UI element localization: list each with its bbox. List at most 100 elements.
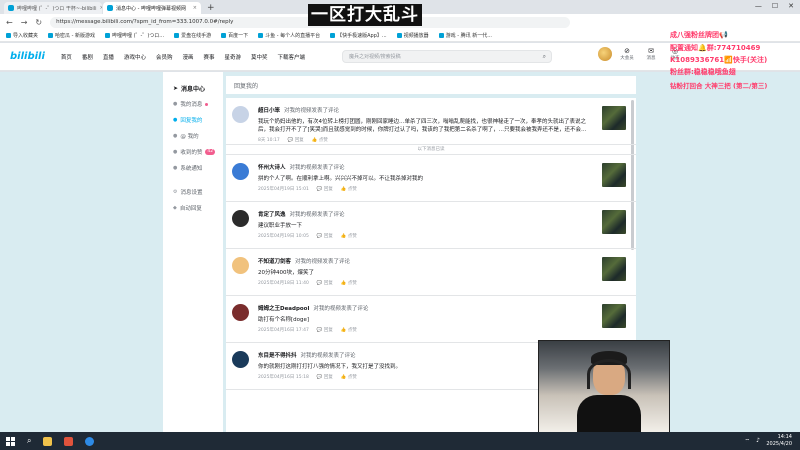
- bookmark-item[interactable]: 导入收藏夹: [6, 32, 38, 39]
- bullet-icon: ●: [173, 165, 178, 171]
- nav-item[interactable]: 星奇游: [225, 53, 242, 61]
- close-icon[interactable]: ×: [100, 5, 102, 11]
- avatar[interactable]: [232, 163, 249, 180]
- avatar[interactable]: [232, 210, 249, 227]
- video-thumbnail[interactable]: [602, 210, 626, 234]
- nav-item[interactable]: 赛事: [203, 53, 214, 61]
- maximize-icon[interactable]: ☐: [772, 2, 778, 10]
- bookmark-item[interactable]: 斗鱼 - 每个人的直播平台: [258, 32, 320, 39]
- username[interactable]: 超日小笨: [258, 108, 280, 114]
- reload-icon[interactable]: ↻: [35, 18, 42, 27]
- nav-item[interactable]: 会员购: [156, 53, 173, 61]
- message-text: 拼的个人了啊。在顺利拿上啊。兴兴兴不掉可以。不让我杀掉对我的: [258, 176, 424, 182]
- timestamp: 8天 10:17: [258, 138, 280, 143]
- message-icon: ✉: [648, 47, 654, 55]
- video-thumbnail[interactable]: [602, 106, 626, 130]
- sidebar-item-settings[interactable]: ⚙ 消息设置: [163, 184, 223, 200]
- bookmark-item[interactable]: 百度一下: [221, 32, 248, 39]
- avatar[interactable]: [232, 257, 249, 274]
- sidebar-item-likes[interactable]: ● 收到的赞 42: [163, 144, 223, 160]
- back-icon[interactable]: ←: [6, 18, 13, 27]
- like-button[interactable]: 👍 点赞: [341, 233, 357, 239]
- reply-button[interactable]: 💬 回复: [317, 233, 333, 239]
- reply-button[interactable]: 💬 回复: [317, 280, 333, 286]
- bookmark-item[interactable]: 游戏 - 腾讯 新一代...: [438, 32, 492, 39]
- reply-button[interactable]: 💬 回复: [317, 327, 333, 333]
- tab-label: 消息中心 - 哔哩哔哩弹幕视频网: [116, 5, 186, 12]
- read-divider: 以下消息已读: [226, 145, 636, 155]
- vip-button[interactable]: ⊘ 大会员: [618, 47, 636, 61]
- list-item[interactable]: 姆姆之王Deadpool 对我的视频发表了评论 助打有个名称[doge] 2025…: [226, 296, 636, 343]
- sidebar-item-system[interactable]: ● 系统通知: [163, 160, 223, 176]
- username[interactable]: 肯定了风逸: [258, 212, 286, 218]
- overlay-line: 钻粉打回合 大神三把 (第二/第三): [670, 82, 768, 90]
- like-button[interactable]: 👍 点赞: [341, 374, 357, 380]
- forward-icon[interactable]: →: [21, 18, 28, 27]
- browser-tab-message-center[interactable]: 消息中心 - 哔哩哔哩弹幕视频网 ×: [103, 2, 201, 14]
- list-item[interactable]: 超日小笨 对我的视频发表了评论 我玩个奶妈出他的，有次4位转上榜打团圆，刚刚回家睡…: [226, 98, 636, 145]
- minimize-icon[interactable]: —: [755, 2, 762, 10]
- message-meta: 8天 10:17 💬 回复 👍 点赞: [258, 137, 636, 143]
- bookmark-item[interactable]: 哔哩哔哩 (゜-゜)つロ...: [105, 32, 164, 39]
- app-icon[interactable]: [64, 436, 74, 446]
- avatar[interactable]: [232, 351, 249, 368]
- username[interactable]: 姆姆之王Deadpool: [258, 306, 309, 312]
- bookmark-icon: [258, 33, 264, 38]
- nav-item[interactable]: 直播: [103, 53, 114, 61]
- bilibili-logo[interactable]: bilibili: [10, 51, 45, 62]
- list-item[interactable]: 不知道刀剑客 对我的视频发表了评论 20分钟400块，爆笑了 2025年04月18…: [226, 249, 636, 296]
- like-button[interactable]: 👍 点赞: [341, 327, 357, 333]
- reply-button[interactable]: 💬 回复: [317, 186, 333, 192]
- browser-icon[interactable]: [85, 436, 95, 446]
- sidebar-item-at-me[interactable]: ● @ 我的: [163, 128, 223, 144]
- message-button[interactable]: ✉ 消息: [642, 47, 660, 61]
- reply-button[interactable]: 💬 回复: [288, 137, 304, 143]
- video-thumbnail[interactable]: [602, 304, 626, 328]
- username[interactable]: 东目是不得抖抖: [258, 353, 297, 359]
- chat-icon: ◆: [173, 205, 177, 211]
- overlay-line: 成八强粉丝牌团📢: [670, 31, 728, 39]
- sidebar-item-auto-reply[interactable]: ◆ 自动回复: [163, 200, 223, 216]
- search-icon[interactable]: ⌕: [27, 436, 31, 446]
- nav-item[interactable]: 首页: [61, 53, 72, 61]
- bookmark-item[interactable]: 哈密瓜 - 新版游戏: [48, 32, 95, 39]
- network-icon[interactable]: ⌔: [745, 437, 751, 445]
- tab-label: 哔哩哔哩 (゜-゜)つロ 干杯~-bilibili: [17, 5, 97, 12]
- nav-item[interactable]: 游戏中心: [124, 53, 146, 61]
- like-button[interactable]: 👍 点赞: [312, 137, 328, 143]
- list-item[interactable]: 肯定了风逸 对我的视频发表了评论 建议职业手放一下 2025年04月19日 10:…: [226, 202, 636, 249]
- bookmark-item[interactable]: 视频播放器: [396, 32, 429, 39]
- nav-item[interactable]: 番剧: [82, 53, 93, 61]
- avatar[interactable]: [598, 47, 612, 61]
- windows-taskbar: ⌕ ⌔ ♪ 14:14 2025/4/20: [0, 432, 800, 450]
- close-icon[interactable]: ×: [193, 5, 197, 11]
- video-thumbnail[interactable]: [602, 163, 626, 187]
- sidebar-item-my-messages[interactable]: ● 我的消息: [163, 96, 223, 112]
- search-icon[interactable]: ⌕: [543, 53, 546, 61]
- message-text: 20分钟400块，爆笑了: [258, 270, 314, 276]
- search-input[interactable]: 魔兵之对视频/搜索投稿 ⌕: [342, 50, 552, 63]
- username[interactable]: 怀州大诗人: [258, 165, 286, 171]
- windows-start-icon[interactable]: [6, 436, 15, 446]
- nav-item[interactable]: 下载客户端: [278, 53, 306, 61]
- list-item[interactable]: 怀州大诗人 对我的视频发表了评论 拼的个人了啊。在顺利拿上啊。兴兴兴不掉可以。不让…: [226, 155, 636, 202]
- reply-button[interactable]: 💬 回复: [317, 374, 333, 380]
- bookmark-item[interactable]: 爱盘在线手游: [174, 32, 211, 39]
- bookmark-item[interactable]: 【快手极速版App】...: [330, 32, 387, 39]
- like-button[interactable]: 👍 点赞: [341, 186, 357, 192]
- sidebar-item-reply-me[interactable]: ● 回复我的: [163, 112, 223, 128]
- avatar[interactable]: [232, 106, 249, 123]
- close-window-icon[interactable]: ✕: [788, 2, 794, 10]
- like-button[interactable]: 👍 点赞: [341, 280, 357, 286]
- new-tab-button[interactable]: +: [202, 2, 220, 14]
- avatar[interactable]: [232, 304, 249, 321]
- sidebar-title: ➤ 消息中心: [173, 84, 206, 93]
- browser-tab-bilibili[interactable]: 哔哩哔哩 (゜-゜)つロ 干杯~-bilibili ×: [4, 2, 102, 14]
- file-explorer-icon[interactable]: [43, 436, 53, 446]
- username[interactable]: 不知道刀剑客: [258, 259, 291, 265]
- video-thumbnail[interactable]: [602, 257, 626, 281]
- nav-item[interactable]: 漫画: [182, 53, 193, 61]
- taskbar-clock[interactable]: 14:14 2025/4/20: [766, 434, 792, 448]
- volume-icon[interactable]: ♪: [756, 437, 760, 445]
- nav-item[interactable]: 莫中奖: [251, 53, 268, 61]
